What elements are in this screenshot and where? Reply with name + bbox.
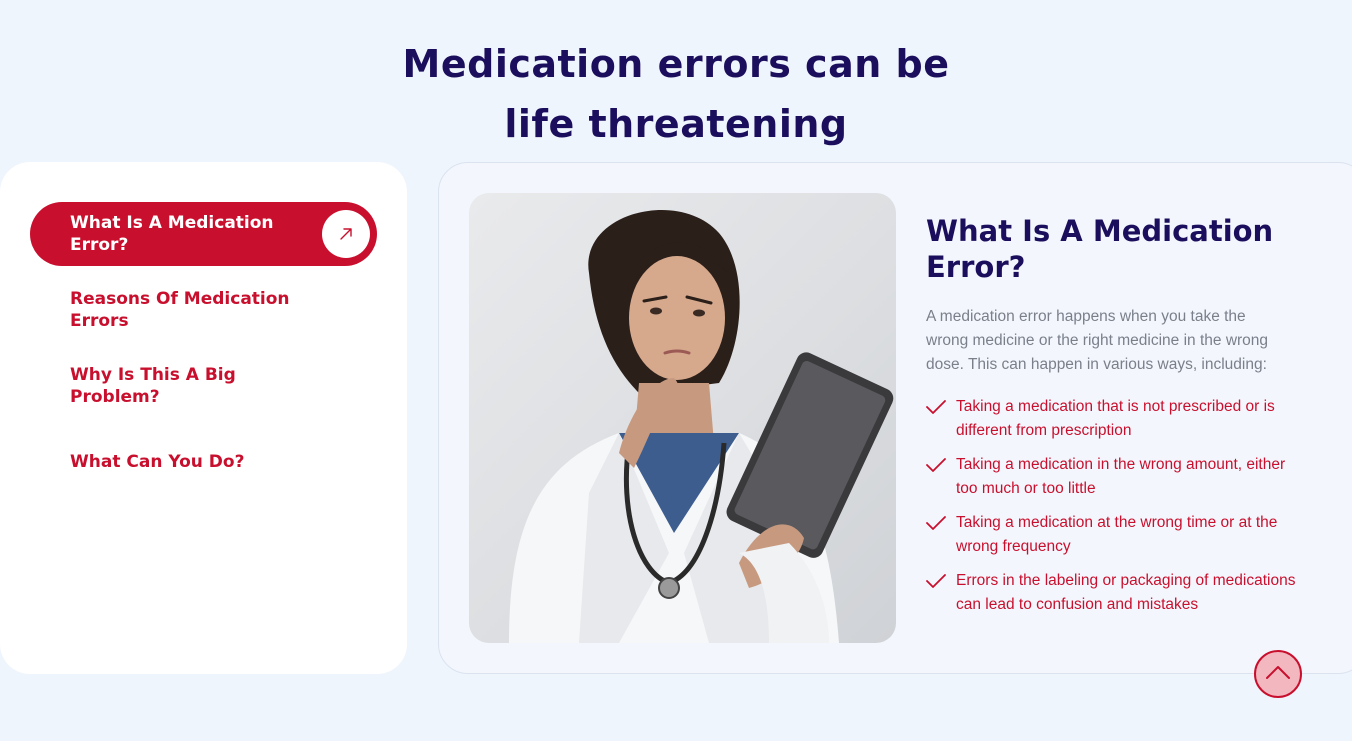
heading-line-2: life threatening bbox=[504, 102, 848, 146]
list-item-text: Taking a medication at the wrong time or… bbox=[956, 514, 1278, 555]
topic-nav-card: What Is A Medication Error? Reasons Of M… bbox=[0, 162, 407, 674]
checkmark-icon bbox=[926, 395, 956, 419]
page: Medication errors can be life threatenin… bbox=[0, 0, 1352, 741]
scroll-to-top-button[interactable] bbox=[1254, 650, 1302, 698]
list-item: Taking a medication in the wrong amount,… bbox=[926, 453, 1296, 501]
nav-item-what-can-you-do[interactable]: What Can You Do? bbox=[30, 451, 377, 473]
checkmark-icon bbox=[926, 511, 956, 535]
arrow-up-right-icon[interactable] bbox=[322, 210, 370, 258]
heading-line-1: Medication errors can be bbox=[402, 42, 950, 86]
content-description: A medication error happens when you take… bbox=[926, 308, 1269, 373]
nav-item-why-big-problem[interactable]: Why Is This A Big Problem? bbox=[30, 364, 377, 408]
checkmark-icon bbox=[926, 453, 956, 477]
list-item-text: Taking a medication in the wrong amount,… bbox=[956, 456, 1286, 497]
list-item: Errors in the labeling or packaging of m… bbox=[926, 569, 1296, 617]
list-item-text: Taking a medication that is not prescrib… bbox=[956, 398, 1275, 439]
chevron-up-icon bbox=[1266, 665, 1290, 684]
list-item: Taking a medication that is not prescrib… bbox=[926, 395, 1296, 443]
content-title: What Is A Medication Error? bbox=[926, 214, 1274, 284]
nav-item-label: Why Is This A Big Problem? bbox=[70, 365, 236, 407]
checkmark-icon bbox=[926, 569, 956, 593]
nav-item-what-is-medication-error[interactable]: What Is A Medication Error? bbox=[30, 202, 377, 266]
topic-content-card: What Is A Medication Error? A medication… bbox=[438, 162, 1352, 674]
list-item: Taking a medication at the wrong time or… bbox=[926, 511, 1296, 559]
nav-item-reasons-of-medication-errors[interactable]: Reasons Of Medication Errors bbox=[30, 288, 377, 332]
list-item-text: Errors in the labeling or packaging of m… bbox=[956, 572, 1296, 613]
medication-error-list: Taking a medication that is not prescrib… bbox=[926, 395, 1296, 627]
page-heading: Medication errors can be life threatenin… bbox=[376, 34, 976, 154]
nav-item-label: Reasons Of Medication Errors bbox=[70, 289, 290, 331]
nav-item-label: What Can You Do? bbox=[70, 452, 245, 472]
doctor-with-tablet-photo bbox=[469, 193, 896, 643]
nav-item-label: What Is A Medication Error? bbox=[70, 213, 274, 255]
